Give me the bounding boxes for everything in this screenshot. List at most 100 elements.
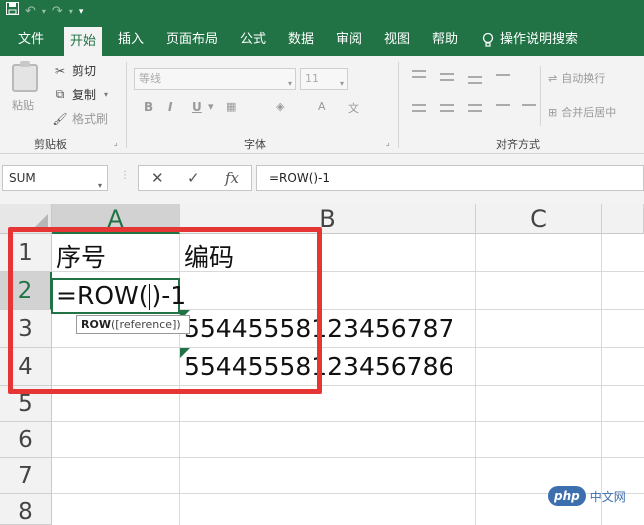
merge-center-button[interactable]: ⊞ 合并后居中 [548,104,616,120]
align-center-icon [440,110,454,112]
insert-function-button[interactable]: fx [225,166,239,190]
chevron-down-icon[interactable]: ▾ [208,100,214,113]
cut-button[interactable]: ✂ 剪切 [52,62,96,79]
formula-bar-grip-icon[interactable]: ⋮ [120,170,130,181]
bold-button[interactable]: B [144,100,153,114]
redo-icon[interactable]: ↷ [52,0,63,24]
tab-file[interactable]: 文件 [18,24,44,56]
chevron-down-icon[interactable]: ▾ [98,174,102,198]
font-size-value: 11 [305,72,319,85]
cut-label: 剪切 [72,64,97,78]
php-logo: php [548,486,586,506]
fill-color-icon[interactable]: ◈ [276,100,284,113]
alignment-group-label: 对齐方式 [496,138,540,151]
formula-buttons: ✕ ✓ fx [138,165,252,191]
tab-home[interactable]: 开始 [64,27,103,56]
wrap-text-label: 自动换行 [561,72,606,85]
row-header-6[interactable]: 6 [0,422,52,458]
formula-bar: SUM ▾ ⋮ ✕ ✓ fx =ROW()-1 [0,154,644,204]
format-painter-button[interactable]: 🖌 格式刷 [52,110,108,127]
paste-button-label[interactable]: 粘贴 [12,97,34,113]
clipboard-group-label: 剪贴板 [34,138,67,151]
merge-center-icon: ⊞ [548,105,558,119]
font-name-box[interactable]: 等线 ▾ [134,68,296,90]
underline-button[interactable]: U [192,100,202,114]
watermark: php 中文网 [548,484,626,508]
watermark-text: 中文网 [589,489,626,504]
column-header-c[interactable]: C [476,204,602,234]
copy-icon: ⧉ [55,87,65,101]
align-bottom-icon[interactable] [468,76,482,78]
font-name-value: 等线 [139,72,161,85]
italic-button[interactable]: I [168,100,172,114]
align-left-icon[interactable] [412,104,426,106]
lightbulb-icon [482,32,494,47]
ribbon-home: 粘贴 ✂ 剪切 ⧉ 复制 ▾ 🖌 格式刷 剪贴板 ⌟ 等线 ▾ 11 ▾ B I… [0,56,644,154]
tell-me-label: 操作说明搜索 [500,32,579,47]
chevron-down-icon[interactable]: ▾ [104,90,108,99]
gridline [601,234,602,525]
font-size-box[interactable]: 11 ▾ [300,68,348,90]
align-middle-icon[interactable] [440,73,454,75]
decrease-indent-icon[interactable] [496,104,510,106]
group-divider [398,62,399,148]
ribbon-tabs: 文件 开始 插入 页面布局 公式 数据 审阅 视图 帮助 操作说明搜索 [0,24,644,56]
paste-icon[interactable] [12,61,38,92]
wrap-text-button[interactable]: ⇌ 自动换行 [548,70,605,86]
font-color-icon[interactable]: A [318,100,326,113]
tab-formulas[interactable]: 公式 [240,24,266,56]
align-middle-icon [440,79,454,81]
column-header-next[interactable] [602,204,644,234]
row-header-8[interactable]: 8 [0,494,52,525]
align-bottom-icon [468,82,482,84]
align-top-icon[interactable] [412,70,426,72]
merge-center-label: 合并后居中 [561,106,617,119]
dialog-launcher-icon[interactable]: ⌟ [386,138,390,147]
wrap-text-icon: ⇌ [548,71,558,85]
change-case-icon[interactable]: 文 [348,100,359,116]
save-icon[interactable] [6,0,19,24]
excel-window: ↶ ▾ ↷ ▾ ▾ 文件 开始 插入 页面布局 公式 数据 审阅 视图 帮助 操… [0,0,644,525]
gridline [52,421,644,422]
align-top-icon [412,76,426,78]
increase-indent-icon[interactable] [522,104,536,106]
group-divider [540,66,541,126]
dropdown-icon[interactable]: ▾ [42,0,46,24]
quick-access-toolbar: ↶ ▾ ↷ ▾ ▾ [0,0,644,24]
align-right-icon[interactable] [468,104,482,106]
scissors-icon: ✂ [54,63,66,78]
tell-me-search[interactable]: 操作说明搜索 [482,24,578,56]
borders-icon[interactable]: ▦ [226,100,236,113]
cancel-icon[interactable]: ✕ [151,166,164,190]
tab-view[interactable]: 视图 [384,24,410,56]
align-center-icon[interactable] [440,104,454,106]
tab-help[interactable]: 帮助 [432,24,458,56]
format-painter-label: 格式刷 [72,112,109,126]
orientation-icon[interactable] [496,74,510,76]
gridline [475,234,476,525]
tab-review[interactable]: 审阅 [336,24,362,56]
customize-toolbar-icon[interactable]: ▾ [79,0,84,24]
align-left-icon [412,110,426,112]
align-right-icon [468,110,482,112]
dropdown-icon[interactable]: ▾ [69,0,73,24]
chevron-down-icon: ▾ [287,79,292,88]
row-header-7[interactable]: 7 [0,458,52,494]
group-divider [126,62,127,148]
gridline [52,457,644,458]
chevron-down-icon: ▾ [339,79,344,88]
tab-data[interactable]: 数据 [288,24,314,56]
enter-icon[interactable]: ✓ [187,166,200,190]
brush-icon: 🖌 [52,111,68,126]
copy-button[interactable]: ⧉ 复制 ▾ [52,86,108,103]
tab-insert[interactable]: 插入 [118,24,144,56]
undo-icon[interactable]: ↶ [25,0,36,24]
font-group-label: 字体 [244,138,266,151]
name-box[interactable]: SUM ▾ [2,165,108,191]
tab-page-layout[interactable]: 页面布局 [166,24,218,56]
formula-input[interactable]: =ROW()-1 [256,165,644,191]
name-box-value: SUM [9,171,36,185]
copy-label: 复制 [72,88,97,102]
highlight-annotation-box [8,227,322,394]
dialog-launcher-icon[interactable]: ⌟ [114,138,118,147]
